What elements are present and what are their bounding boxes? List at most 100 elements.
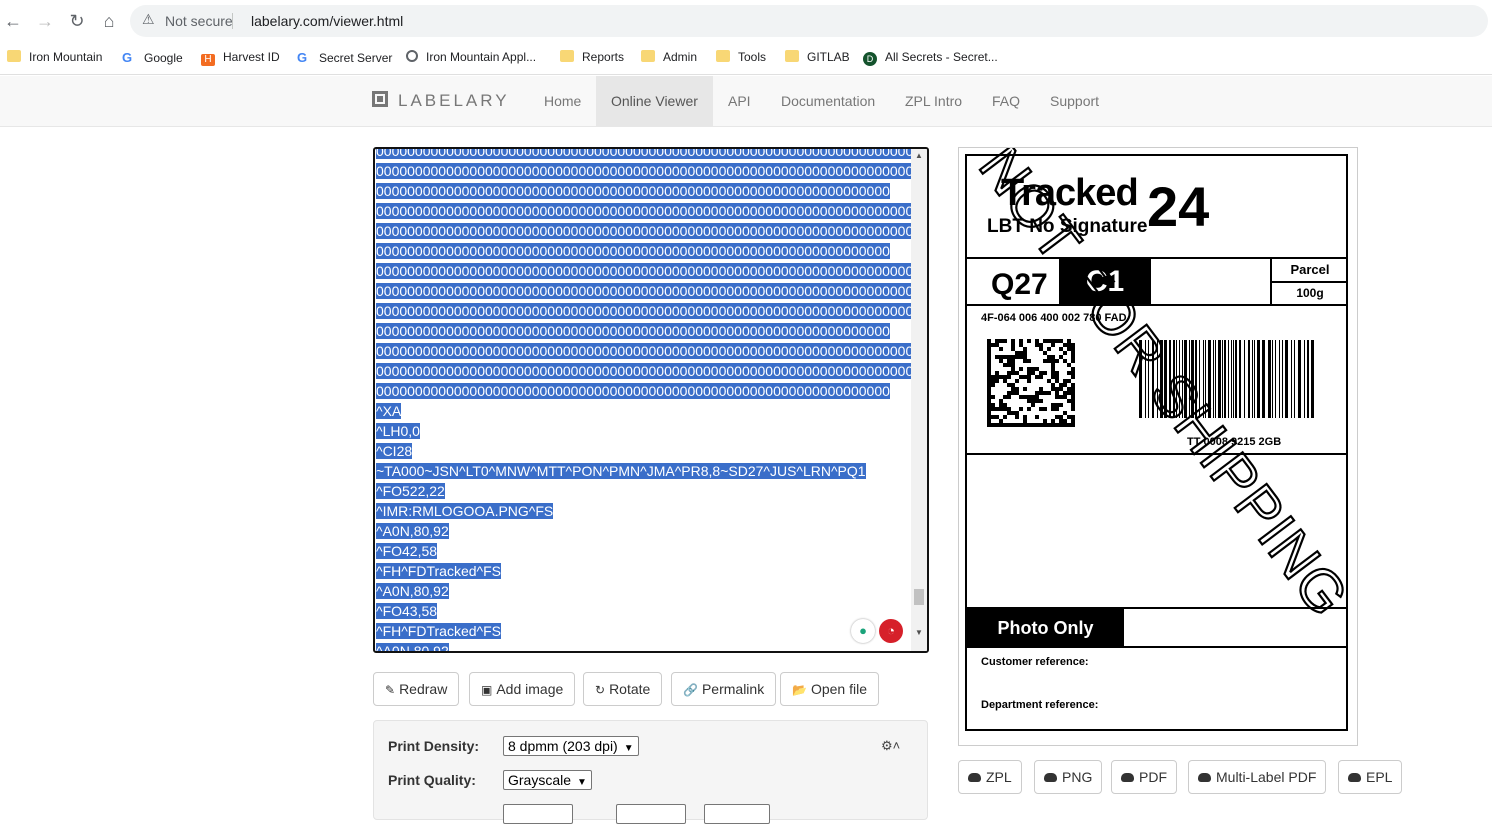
datamatrix-module <box>1055 391 1059 395</box>
settings-collapse-toggle[interactable]: ⚙˄ <box>881 738 900 754</box>
label-width-input[interactable] <box>503 804 573 824</box>
zpl-editor[interactable]: 0000000000000000000000000000000000000000… <box>373 147 929 653</box>
code-line[interactable]: 0000000000000000000000000000000000000000… <box>376 201 922 221</box>
editor-scrollbar[interactable]: ▲ ▼ <box>911 149 927 651</box>
labelary-logo[interactable]: LABELARY <box>372 91 510 111</box>
datamatrix-module <box>1071 359 1075 363</box>
datamatrix-module <box>1011 347 1015 351</box>
barcode-bar <box>1184 340 1187 418</box>
datamatrix-module <box>1035 395 1039 399</box>
add-image-button[interactable]: ▣ Add image <box>469 672 576 706</box>
datamatrix-module <box>1043 423 1047 427</box>
bookmark-iron-mountain[interactable]: Iron Mountain <box>7 50 102 64</box>
code-line[interactable]: ^A0N,80,92 <box>376 641 912 651</box>
forward-arrow-icon[interactable]: → <box>33 9 57 33</box>
nav-zpl-intro[interactable]: ZPL Intro <box>890 76 977 126</box>
code-line[interactable]: 0000000000000000000000000000000000000000… <box>376 341 922 361</box>
datamatrix-module <box>1023 351 1027 355</box>
scroll-down-icon[interactable]: ▼ <box>915 628 923 637</box>
nav-faq[interactable]: FAQ <box>977 76 1035 126</box>
datamatrix-module <box>1047 423 1051 427</box>
code-line[interactable]: 0000000000000000000000000000000000000000… <box>376 301 922 321</box>
label-height-input[interactable] <box>616 804 686 824</box>
datamatrix-module <box>991 415 995 419</box>
bookmark-secret-server[interactable]: G Secret Server <box>297 50 392 65</box>
download-pdf-button[interactable]: PDF <box>1111 760 1177 794</box>
code-line[interactable]: 0000000000000000000000000000000000000000… <box>376 241 912 261</box>
code-line[interactable]: 0000000000000000000000000000000000000000… <box>376 381 912 401</box>
rotate-button[interactable]: ↻ Rotate <box>583 672 663 706</box>
code-line[interactable]: ^CI28 <box>376 441 912 461</box>
url-text[interactable]: labelary.com/viewer.html <box>251 13 403 29</box>
code-line[interactable]: 0000000000000000000000000000000000000000… <box>376 161 922 181</box>
bookmark-harvest-id[interactable]: H Harvest ID <box>201 50 280 66</box>
code-line[interactable]: ^XA <box>376 401 912 421</box>
home-icon[interactable]: ⌂ <box>97 9 121 33</box>
bookmark-gitlab[interactable]: GITLAB <box>785 50 850 64</box>
cloud-download-icon <box>1348 773 1361 782</box>
bookmark-reports[interactable]: Reports <box>560 50 624 64</box>
zpl-code-lines[interactable]: 0000000000000000000000000000000000000000… <box>376 149 922 651</box>
print-density-select[interactable]: 8 dpmm (203 dpi) ▼ <box>503 736 639 756</box>
download-png-button[interactable]: PNG <box>1034 760 1103 794</box>
download-zpl-button[interactable]: ZPL <box>958 760 1022 794</box>
redraw-button[interactable]: ✎ Redraw <box>373 672 460 706</box>
datamatrix-module <box>987 419 991 423</box>
datamatrix-module <box>1035 399 1039 403</box>
code-line[interactable]: ^A0N,80,92 <box>376 581 912 601</box>
grammar-extension-icon[interactable]: ● <box>851 619 875 643</box>
code-line[interactable]: ^FH^FDTracked^FS <box>376 561 912 581</box>
datamatrix-module <box>1011 423 1015 427</box>
label-unit-select[interactable] <box>704 804 770 824</box>
code-line[interactable]: 0000000000000000000000000000000000000000… <box>376 361 922 381</box>
code-line[interactable]: 0000000000000000000000000000000000000000… <box>376 149 914 161</box>
nav-support[interactable]: Support <box>1035 76 1114 126</box>
nav-home[interactable]: Home <box>529 76 596 126</box>
permalink-button[interactable]: 🔗 Permalink <box>671 672 777 706</box>
datamatrix-module <box>1007 395 1011 399</box>
print-quality-select[interactable]: Grayscale ▼ <box>503 770 592 790</box>
code-line[interactable]: 0000000000000000000000000000000000000000… <box>376 321 912 341</box>
bookmark-iron-mountain-appl[interactable]: Iron Mountain Appl... <box>406 50 536 64</box>
barcode-bar <box>1224 340 1226 418</box>
datamatrix-module <box>1039 371 1043 375</box>
scroll-up-icon[interactable]: ▲ <box>915 151 923 160</box>
datamatrix-module <box>1027 395 1031 399</box>
barcode-bar <box>1160 340 1163 418</box>
code-line[interactable]: ^FH^FDTracked^FS <box>376 621 912 641</box>
download-multi-label-pdf-button[interactable]: Multi-Label PDF <box>1188 760 1327 794</box>
bookmark-google[interactable]: G Google <box>122 50 183 65</box>
datamatrix-module <box>1019 395 1023 399</box>
code-line[interactable]: ^LH0,0 <box>376 421 912 441</box>
barcode-bar <box>1304 340 1305 418</box>
label-subtitle: LBT No Signature <box>987 216 1148 237</box>
code-line[interactable]: ^A0N,80,92 <box>376 521 912 541</box>
bookmark-admin[interactable]: Admin <box>641 50 697 64</box>
chevron-down-icon: ▼ <box>577 777 587 788</box>
reload-icon[interactable]: ↻ <box>65 9 89 33</box>
code-line[interactable]: ^FO43,58 <box>376 601 912 621</box>
code-line[interactable]: 0000000000000000000000000000000000000000… <box>376 281 922 301</box>
code-line[interactable]: ^IMR:RMLOGOOA.PNG^FS <box>376 501 912 521</box>
scrollbar-thumb[interactable] <box>914 589 924 605</box>
code-line[interactable]: 0000000000000000000000000000000000000000… <box>376 181 912 201</box>
cloud-download-icon <box>968 773 981 782</box>
recording-extension-icon[interactable]: ◔ <box>879 619 903 643</box>
code-line[interactable]: ~TA000~JSN^LT0^MNW^MTT^PON^PMN^JMA^PR8,8… <box>376 461 912 481</box>
bookmark-tools[interactable]: Tools <box>716 50 766 64</box>
datamatrix-module <box>1043 419 1047 423</box>
datamatrix-module <box>1007 407 1011 411</box>
code-line[interactable]: 0000000000000000000000000000000000000000… <box>376 261 922 281</box>
code-line[interactable]: 0000000000000000000000000000000000000000… <box>376 221 922 241</box>
download-epl-button[interactable]: EPL <box>1338 760 1403 794</box>
open-file-button[interactable]: 📂 Open file <box>780 672 879 706</box>
nav-online-viewer[interactable]: Online Viewer <box>596 76 713 126</box>
bookmark-all-secrets[interactable]: D All Secrets - Secret... <box>863 50 998 66</box>
nav-documentation[interactable]: Documentation <box>766 76 890 126</box>
address-bar[interactable]: ⚠ Not secure labelary.com/viewer.html <box>130 5 1488 37</box>
code-line[interactable]: ^FO42,58 <box>376 541 912 561</box>
code-line[interactable]: ^FO522,22 <box>376 481 912 501</box>
back-arrow-icon[interactable]: ← <box>1 9 25 33</box>
browser-toolbar: ← → ↻ ⌂ ⚠ Not secure labelary.com/viewer… <box>0 0 1492 42</box>
nav-api[interactable]: API <box>713 76 766 126</box>
